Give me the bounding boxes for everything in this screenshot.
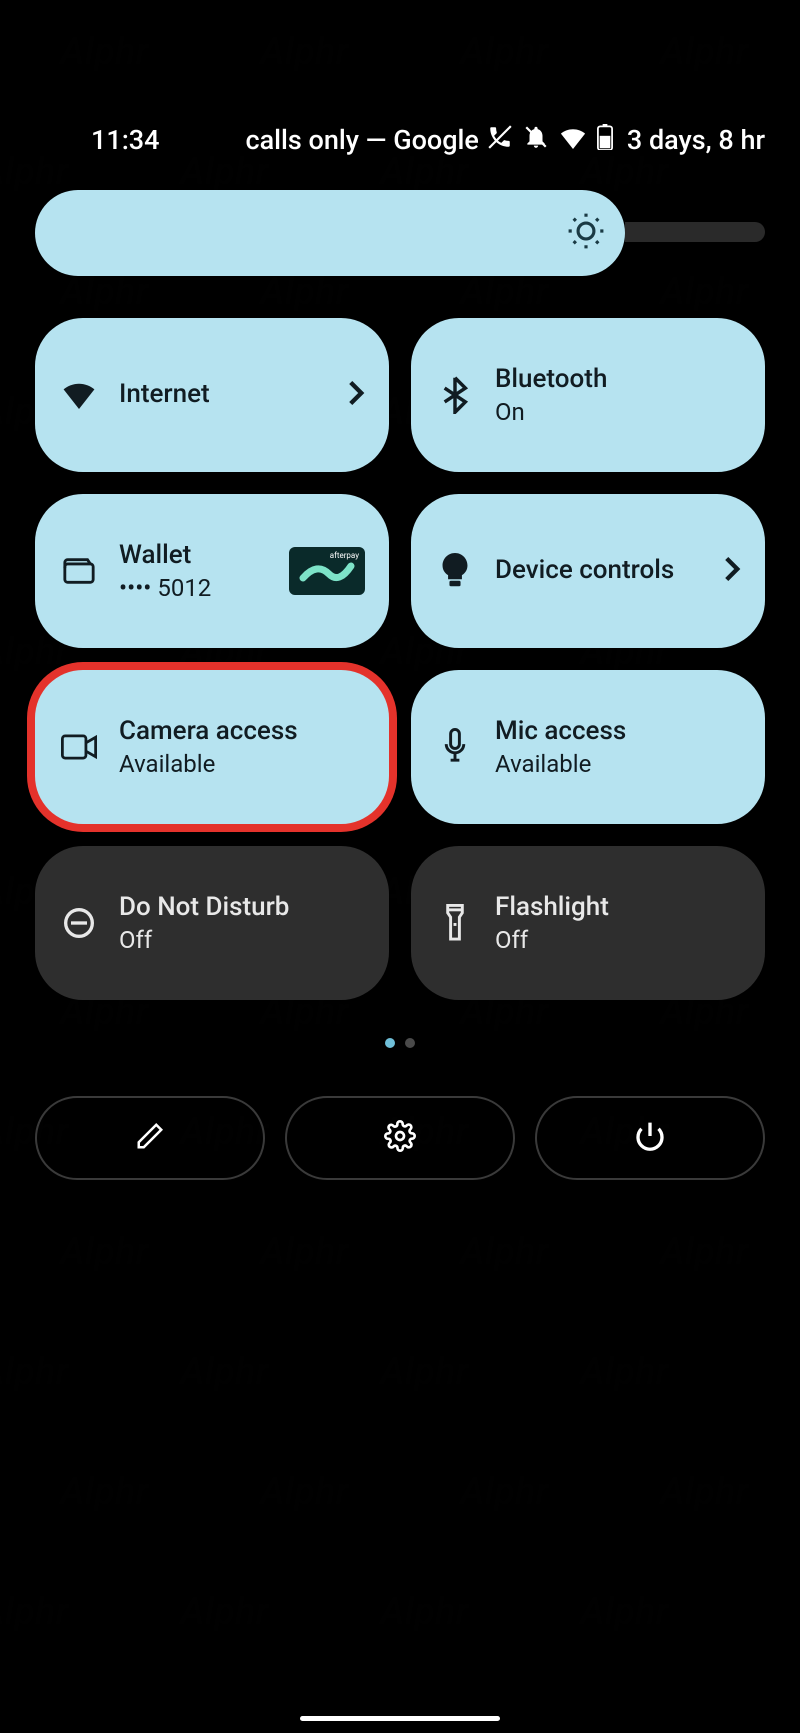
- tile-sub: Available: [495, 750, 741, 778]
- quick-settings-tiles: Internet Bluetooth On Wallet •••• 5012: [35, 318, 765, 1000]
- page-dot: [405, 1038, 415, 1048]
- pagination-dots: [35, 1038, 765, 1048]
- camera-icon: [59, 733, 99, 761]
- tile-wallet[interactable]: Wallet •••• 5012 afterpay: [35, 494, 389, 648]
- mic-icon: [435, 728, 475, 766]
- tile-sub: Off: [495, 926, 741, 954]
- tile-device-controls[interactable]: Device controls: [411, 494, 765, 648]
- tile-label: Bluetooth: [495, 364, 741, 395]
- no-calls-icon: [487, 124, 513, 157]
- brightness-icon: [567, 212, 605, 254]
- gear-icon: [384, 1120, 416, 1156]
- tile-bluetooth[interactable]: Bluetooth On: [411, 318, 765, 472]
- status-bar: 11:34 calls only — Google 3 days, 8 hr: [35, 0, 765, 170]
- tile-flashlight[interactable]: Flashlight Off: [411, 846, 765, 1000]
- tile-sub: On: [495, 398, 741, 426]
- status-time: 11:34: [91, 124, 160, 156]
- wallet-card-thumbnail: afterpay: [289, 547, 365, 595]
- tile-label: Camera access: [119, 716, 365, 747]
- wallet-icon: [59, 556, 99, 586]
- power-button[interactable]: [535, 1096, 765, 1180]
- tile-sub: Available: [119, 750, 365, 778]
- page-dot-active: [385, 1038, 395, 1048]
- tile-label: Mic access: [495, 716, 741, 747]
- battery-icon: [597, 124, 613, 157]
- chevron-right-icon: [723, 555, 741, 587]
- brightness-slider[interactable]: [35, 190, 765, 276]
- tile-label: Do Not Disturb: [119, 892, 365, 923]
- tile-label: Internet: [119, 379, 327, 410]
- tile-sub: •••• 5012: [119, 574, 269, 602]
- status-network-text: calls only — Google: [160, 124, 479, 156]
- wifi-icon: [59, 381, 99, 409]
- pencil-icon: [135, 1121, 165, 1155]
- tile-label: Wallet: [119, 540, 269, 571]
- lightbulb-icon: [435, 553, 475, 589]
- chevron-right-icon: [347, 379, 365, 411]
- tile-mic-access[interactable]: Mic access Available: [411, 670, 765, 824]
- bluetooth-icon: [435, 376, 475, 414]
- tile-label: Flashlight: [495, 892, 741, 923]
- home-indicator[interactable]: [300, 1716, 500, 1721]
- bottom-actions: [35, 1096, 765, 1180]
- flashlight-icon: [435, 904, 475, 942]
- status-battery-text: 3 days, 8 hr: [627, 124, 765, 156]
- tile-sub: Off: [119, 926, 365, 954]
- tile-label: Device controls: [495, 555, 703, 586]
- dnd-off-icon: [523, 124, 549, 157]
- edit-tiles-button[interactable]: [35, 1096, 265, 1180]
- tile-camera-access[interactable]: Camera access Available: [35, 670, 389, 824]
- dnd-icon: [59, 907, 99, 939]
- tile-internet[interactable]: Internet: [35, 318, 389, 472]
- settings-button[interactable]: [285, 1096, 515, 1180]
- power-icon: [634, 1120, 666, 1156]
- tile-do-not-disturb[interactable]: Do Not Disturb Off: [35, 846, 389, 1000]
- wifi-icon: [559, 124, 587, 156]
